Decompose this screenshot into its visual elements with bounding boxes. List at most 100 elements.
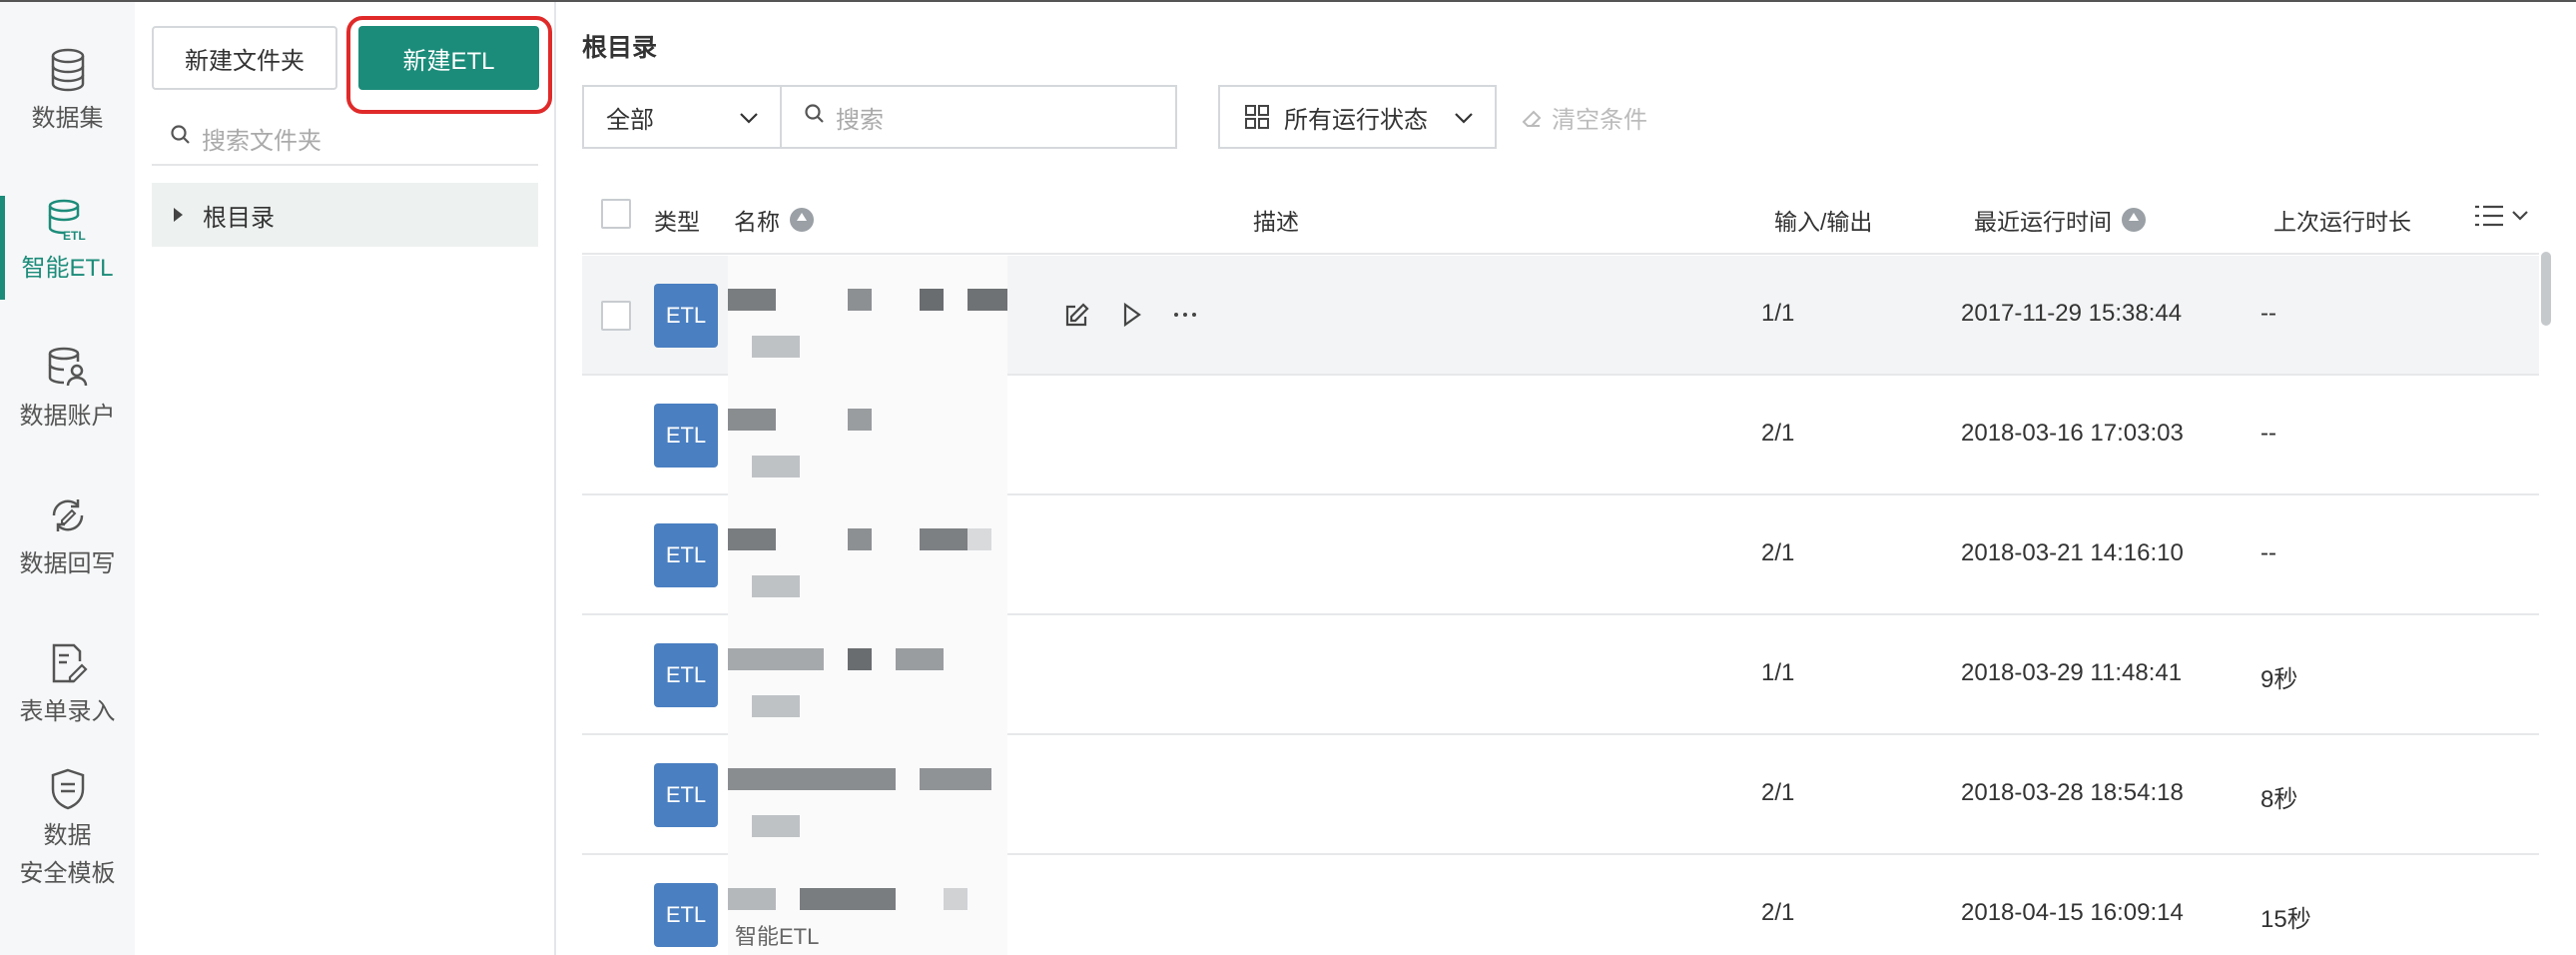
chevron-down-icon xyxy=(738,107,760,136)
new-folder-button[interactable]: 新建文件夹 xyxy=(152,26,337,90)
run-status-value: 所有运行状态 xyxy=(1284,106,1428,134)
run-status-select[interactable]: 所有运行状态 xyxy=(1218,85,1497,149)
redacted-name[interactable] xyxy=(728,256,1007,376)
list-settings-icon xyxy=(2475,205,2528,227)
tree-item-root[interactable]: 根目录 xyxy=(152,183,538,247)
column-header-type: 类型 xyxy=(654,209,700,235)
io-cell: 2/1 xyxy=(1761,899,1795,926)
edit-icon[interactable] xyxy=(1063,301,1091,329)
database-icon xyxy=(0,48,135,92)
duration-cell: 15秒 xyxy=(2260,906,2311,933)
nav-label: 数据 xyxy=(43,822,92,849)
io-cell: 2/1 xyxy=(1761,420,1795,447)
nav-item-data-accounts[interactable]: 数据账户 xyxy=(0,346,135,431)
select-all-checkbox[interactable] xyxy=(601,199,631,229)
row-checkbox[interactable] xyxy=(601,301,631,331)
more-icon[interactable] xyxy=(1171,301,1199,329)
last-run-time-cell: 2018-03-29 11:48:41 xyxy=(1961,659,2183,686)
io-cell: 1/1 xyxy=(1761,659,1795,686)
eraser-icon xyxy=(1522,110,1542,127)
nav-label: 数据集 xyxy=(31,105,104,132)
duration-cell: -- xyxy=(2260,300,2276,327)
etl-database-icon: ETL xyxy=(0,198,135,242)
table-row[interactable]: ETL 1/1 2018-03-29 11:48:41 9秒 xyxy=(582,615,2539,735)
row-actions xyxy=(1063,301,1199,329)
highlight-annotation xyxy=(346,16,552,114)
column-header-last-run-time[interactable]: 最近运行时间 xyxy=(1974,203,2146,237)
divider xyxy=(152,164,538,166)
search-icon xyxy=(804,103,836,132)
table-row[interactable]: ETL 2/1 2018-03-28 18:54:18 8秒 xyxy=(582,735,2539,855)
column-header-name[interactable]: 名称 xyxy=(734,203,814,237)
etl-type-badge: ETL xyxy=(654,523,718,587)
redacted-name[interactable] xyxy=(728,495,1007,615)
form-edit-icon xyxy=(0,641,135,685)
column-header-description: 描述 xyxy=(1253,209,1299,235)
redacted-name[interactable] xyxy=(728,735,1007,855)
etl-type-badge: ETL xyxy=(654,404,718,468)
grid-icon xyxy=(1245,105,1269,129)
chevron-down-icon xyxy=(1453,107,1475,136)
search-placeholder: 搜索 xyxy=(836,106,884,134)
sync-write-icon xyxy=(0,493,135,537)
redacted-name[interactable] xyxy=(728,376,1007,495)
type-filter-select[interactable]: 全部 xyxy=(582,85,780,149)
nav-label: 智能ETL xyxy=(21,255,114,282)
column-header-last-duration: 上次运行时长 xyxy=(2273,209,2411,235)
left-navigation: 数据集 ETL 智能ETL 数据账户 数据回写 表单录入 数据 安全模板 xyxy=(0,2,135,955)
search-icon xyxy=(170,124,202,153)
database-user-icon xyxy=(0,346,135,390)
etl-type-badge: ETL xyxy=(654,643,718,707)
run-icon[interactable] xyxy=(1117,301,1145,329)
nav-label: 数据回写 xyxy=(19,550,116,577)
caret-right-icon[interactable] xyxy=(174,208,183,222)
last-run-time-cell: 2018-03-28 18:54:18 xyxy=(1961,779,2184,806)
last-run-time-cell: 2017-11-29 15:38:44 xyxy=(1961,300,2183,327)
column-header-io: 输入/输出 xyxy=(1774,209,1873,235)
page-title: 根目录 xyxy=(582,34,658,62)
nav-item-form-entry[interactable]: 表单录入 xyxy=(0,641,135,726)
sort-icon[interactable] xyxy=(2122,208,2146,232)
row-subtitle: 智能ETL xyxy=(735,924,820,949)
svg-text:ETL: ETL xyxy=(63,229,86,242)
last-run-time-cell: 2018-04-15 16:09:14 xyxy=(1961,899,2184,926)
duration-cell: -- xyxy=(2260,539,2276,566)
last-run-time-cell: 2018-03-16 17:03:03 xyxy=(1961,420,2184,447)
duration-cell: 8秒 xyxy=(2260,786,2298,813)
folder-panel: 新建文件夹 新建ETL 搜索文件夹 根目录 xyxy=(136,2,556,955)
duration-cell: 9秒 xyxy=(2260,666,2298,693)
last-run-time-cell: 2018-03-21 14:16:10 xyxy=(1961,539,2184,566)
io-cell: 2/1 xyxy=(1761,779,1795,806)
tree-item-label: 根目录 xyxy=(203,204,275,232)
folder-search-placeholder: 搜索文件夹 xyxy=(202,127,322,155)
table-row[interactable]: ETL 1/1 2017-11-29 15:38:44 -- xyxy=(582,256,2539,376)
clear-filters-label: 清空条件 xyxy=(1552,107,1647,134)
nav-label: 安全模板 xyxy=(19,860,116,887)
etl-type-badge: ETL xyxy=(654,883,718,947)
nav-item-data-writeback[interactable]: 数据回写 xyxy=(0,493,135,578)
sort-icon[interactable] xyxy=(790,208,814,232)
table-row[interactable]: ETL 2/1 2018-03-21 14:16:10 -- xyxy=(582,495,2539,615)
nav-item-smart-etl[interactable]: ETL 智能ETL xyxy=(0,198,135,283)
search-input[interactable]: 搜索 xyxy=(780,85,1177,149)
vertical-scrollbar[interactable] xyxy=(2541,252,2551,326)
column-settings-button[interactable] xyxy=(2473,201,2533,231)
type-filter-value: 全部 xyxy=(606,106,654,134)
nav-label: 表单录入 xyxy=(19,698,116,725)
column-header-label: 最近运行时间 xyxy=(1974,209,2112,235)
table-row[interactable]: ETL 2/1 2018-04-15 16:09:14 15秒 xyxy=(582,855,2539,955)
folder-search-input[interactable]: 搜索文件夹 xyxy=(170,118,529,158)
redacted-name[interactable] xyxy=(728,615,1007,735)
nav-item-datasets[interactable]: 数据集 xyxy=(0,48,135,133)
clear-filters-button[interactable]: 清空条件 xyxy=(1520,100,1647,135)
table-header: 类型 名称 描述 输入/输出 最近运行时间 上次运行时长 xyxy=(582,183,2539,255)
etl-type-badge: ETL xyxy=(654,763,718,827)
nav-item-security-template[interactable]: 数据 安全模板 xyxy=(0,767,135,893)
table-row[interactable]: ETL 2/1 2018-03-16 17:03:03 -- xyxy=(582,376,2539,495)
io-cell: 2/1 xyxy=(1761,539,1795,566)
nav-label: 数据账户 xyxy=(19,403,116,430)
etl-type-badge: ETL xyxy=(654,284,718,348)
io-cell: 1/1 xyxy=(1761,300,1795,327)
column-header-label: 名称 xyxy=(734,209,780,235)
shield-document-icon xyxy=(0,767,135,811)
